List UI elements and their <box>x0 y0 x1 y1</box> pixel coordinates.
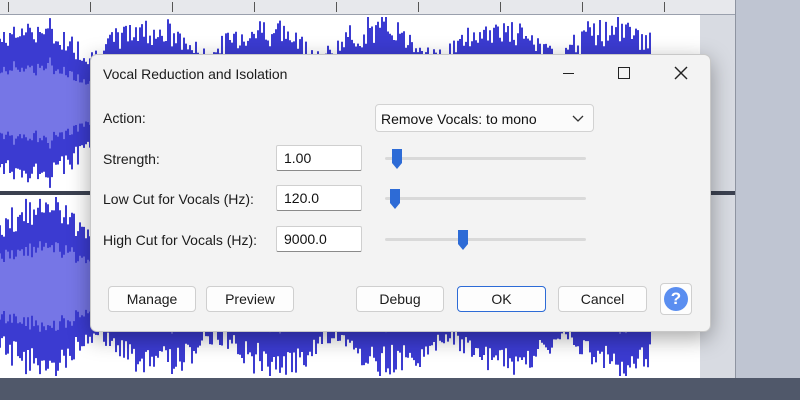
ruler-tick <box>90 2 91 12</box>
vocal-reduction-dialog: Vocal Reduction and Isolation Action: Re… <box>90 54 711 332</box>
low-cut-label: Low Cut for Vocals (Hz): <box>103 191 254 207</box>
help-button[interactable]: ? <box>660 283 692 315</box>
preview-button[interactable]: Preview <box>206 286 294 312</box>
ok-button[interactable]: OK <box>457 286 546 312</box>
maximize-icon <box>618 67 630 79</box>
strength-field[interactable] <box>276 145 362 171</box>
editor-right-strip <box>735 0 800 380</box>
editor-bottom-bar <box>0 378 800 400</box>
action-select[interactable]: Remove Vocals: to mono <box>375 104 594 132</box>
chevron-down-icon <box>572 115 584 122</box>
minimize-button[interactable] <box>545 55 591 91</box>
high-cut-slider-thumb[interactable] <box>457 229 469 251</box>
dialog-title: Vocal Reduction and Isolation <box>103 66 288 82</box>
debug-button[interactable]: Debug <box>356 286 444 312</box>
high-cut-field[interactable] <box>276 226 362 252</box>
high-cut-slider[interactable] <box>385 230 586 250</box>
strength-slider[interactable] <box>385 149 586 169</box>
help-icon: ? <box>664 287 688 311</box>
cancel-button[interactable]: Cancel <box>558 286 647 312</box>
high-cut-label: High Cut for Vocals (Hz): <box>103 232 258 248</box>
ruler-tick <box>500 2 501 12</box>
ruler-tick <box>664 2 665 12</box>
ruler-tick <box>418 2 419 12</box>
ruler-tick <box>254 2 255 12</box>
minimize-icon <box>562 72 574 74</box>
ruler-tick <box>172 2 173 12</box>
ruler-tick <box>336 2 337 12</box>
action-label: Action: <box>103 110 146 126</box>
low-cut-slider[interactable] <box>385 189 586 209</box>
ruler-tick <box>8 2 9 12</box>
strength-slider-thumb[interactable] <box>391 148 403 170</box>
strength-label: Strength: <box>103 151 160 167</box>
low-cut-field[interactable] <box>276 185 362 211</box>
manage-button[interactable]: Manage <box>108 286 196 312</box>
ruler-tick <box>582 2 583 12</box>
close-button[interactable] <box>658 55 704 91</box>
timeline-ruler[interactable] <box>0 0 735 15</box>
low-cut-slider-thumb[interactable] <box>389 188 401 210</box>
action-select-value: Remove Vocals: to mono <box>381 111 537 127</box>
maximize-button[interactable] <box>601 55 647 91</box>
dialog-titlebar[interactable]: Vocal Reduction and Isolation <box>91 55 710 93</box>
close-icon <box>674 66 688 80</box>
